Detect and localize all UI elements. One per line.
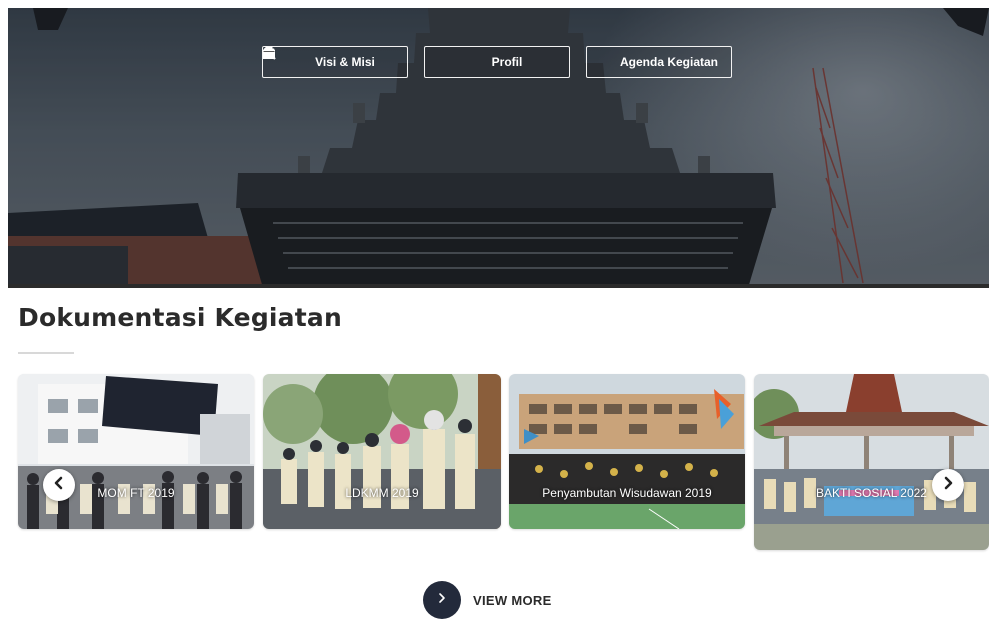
gallery-photo bbox=[18, 374, 254, 529]
gallery-item[interactable]: Penyambutan Wisudawan 2019 bbox=[509, 374, 745, 529]
hero-banner: Visi & Misi Profil Agenda Kegiatan bbox=[8, 8, 989, 288]
gallery-caption: LDKMM 2019 bbox=[345, 486, 419, 500]
chevron-right-icon bbox=[436, 591, 448, 609]
view-more-label: VIEW MORE bbox=[473, 592, 552, 608]
visi-misi-label: Visi & Misi bbox=[315, 55, 375, 69]
gallery-carousel: MOM FT 2019 LDKMM 2019 Penyambutan Wisud… bbox=[18, 374, 989, 554]
chevron-right-icon bbox=[941, 476, 955, 495]
section-title: Dokumentasi Kegiatan bbox=[18, 303, 342, 332]
profil-label: Profil bbox=[491, 55, 523, 69]
agenda-kegiatan-label: Agenda Kegiatan bbox=[619, 55, 718, 69]
search-icon bbox=[262, 46, 309, 69]
gallery-item[interactable]: BAKTI SOSIAL 2022 bbox=[754, 374, 989, 550]
calendar-icon bbox=[263, 46, 614, 69]
profil-button[interactable]: Profil bbox=[263, 46, 570, 78]
gallery-item[interactable]: MOM FT 2019 bbox=[18, 374, 254, 529]
gallery-photo bbox=[263, 374, 501, 529]
carousel-prev-button[interactable] bbox=[43, 469, 75, 501]
gallery-caption: Penyambutan Wisudawan 2019 bbox=[542, 486, 712, 500]
view-more-circle bbox=[423, 581, 461, 619]
building-icon bbox=[263, 47, 486, 69]
gallery-item[interactable]: LDKMM 2019 bbox=[263, 374, 501, 529]
view-more-button[interactable]: VIEW MORE bbox=[423, 581, 552, 619]
visi-misi-button[interactable]: Visi & Misi bbox=[262, 46, 408, 78]
title-divider bbox=[18, 352, 74, 354]
agenda-kegiatan-button[interactable]: Agenda Kegiatan bbox=[263, 46, 732, 78]
chevron-left-icon bbox=[52, 476, 66, 495]
gallery-photo bbox=[754, 374, 989, 550]
carousel-next-button[interactable] bbox=[932, 469, 964, 501]
gallery-photo bbox=[509, 374, 745, 529]
hero-nav: Visi & Misi Profil Agenda Kegiatan bbox=[262, 46, 732, 78]
